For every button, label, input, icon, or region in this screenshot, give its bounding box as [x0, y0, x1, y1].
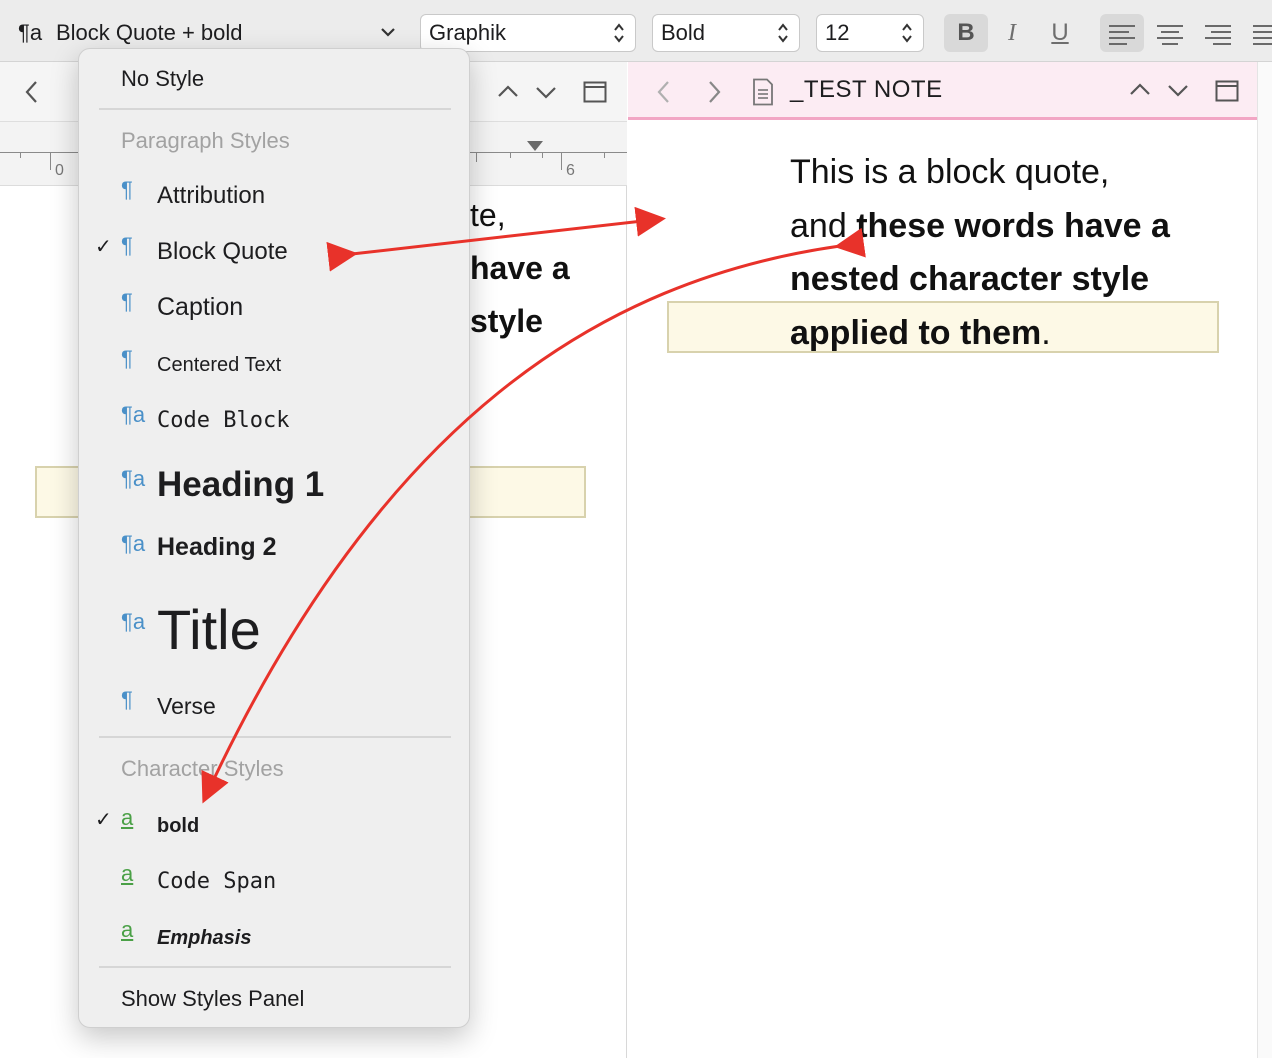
quote-bold-2: nested character style [790, 260, 1150, 298]
menu-item-label: Centered Text [157, 354, 282, 376]
character-style-icon: a [121, 861, 134, 886]
chevron-down-icon[interactable] [1166, 82, 1190, 98]
menu-item-bold[interactable]: ✓ a bold [79, 803, 469, 851]
paragraph-style-value: Block Quote + bold [56, 20, 243, 45]
paragraph-style-popup[interactable]: ¶a Block Quote + bold [12, 14, 404, 52]
bold-button[interactable]: B [944, 14, 988, 52]
quote-plain-2: and [790, 206, 857, 245]
paragraph-style-icon: ¶a [121, 531, 146, 556]
back-chevron-icon[interactable] [656, 80, 672, 104]
underline-button[interactable]: U [1038, 14, 1082, 52]
font-size-popup[interactable]: 12 [816, 14, 924, 52]
menu-item-label: Code Block [157, 408, 290, 433]
menu-item-label: Emphasis [157, 927, 252, 949]
right-editor-header: _TEST NOTE [628, 62, 1257, 120]
menu-item-label: Caption [157, 293, 244, 321]
font-family-popup[interactable]: Graphik [420, 14, 636, 52]
paragraph-style-icon: ¶ [121, 687, 133, 712]
quote-plain-1: This is a block quote, [790, 153, 1110, 191]
menu-item-label: Code Span [157, 869, 277, 894]
up-down-chevron-icon [901, 15, 915, 51]
justify-button[interactable] [1244, 14, 1272, 52]
paragraph-styles-header: Paragraph Styles [121, 128, 290, 153]
font-weight-value: Bold [661, 20, 706, 45]
ruler-label-0: 0 [55, 162, 64, 179]
menu-item-centered-text[interactable]: ¶ Centered Text [79, 343, 469, 389]
left-text-line-2: have a [470, 250, 570, 286]
menu-item-no-style[interactable]: No Style [121, 66, 511, 92]
menu-item-show-styles-panel[interactable]: Show Styles Panel [121, 986, 511, 1012]
menu-item-label: Block Quote [157, 238, 288, 265]
menu-item-title[interactable]: ¶a Title [79, 585, 469, 671]
menu-separator [99, 966, 451, 968]
document-title: _TEST NOTE [790, 76, 943, 103]
character-style-icon: a [121, 917, 134, 942]
back-chevron-icon[interactable] [24, 80, 40, 104]
app-window: ¶a Block Quote + bold Graphik Bold 12 B … [0, 0, 1272, 1058]
paragraph-style-icon: ¶a [121, 609, 146, 634]
up-down-chevron-icon [613, 15, 627, 51]
forward-chevron-icon[interactable] [706, 80, 722, 104]
menu-item-code-block[interactable]: ¶a Code Block [79, 399, 469, 445]
align-center-button[interactable] [1148, 14, 1192, 52]
left-text-line-3: style [470, 303, 543, 339]
menu-item-label: Title [157, 598, 261, 661]
document-icon [753, 78, 773, 106]
menu-separator [99, 736, 451, 738]
up-down-chevron-icon [777, 15, 791, 51]
quote-bold-3: applied to them [790, 313, 1042, 352]
quote-end: . [1041, 313, 1051, 352]
chevron-up-icon[interactable] [1128, 82, 1152, 98]
paragraph-style-icon: ¶ [121, 177, 133, 202]
menu-item-attribution[interactable]: ¶ Attribution [79, 173, 469, 221]
checkmark-icon: ✓ [95, 809, 112, 831]
font-family-value: Graphik [429, 20, 507, 45]
ruler-label-6: 6 [566, 162, 575, 179]
menu-item-label: Heading 2 [157, 533, 277, 561]
menu-item-heading-2[interactable]: ¶a Heading 2 [79, 525, 469, 573]
menu-item-code-span[interactable]: a Code Span [79, 859, 469, 907]
menu-item-label: Verse [157, 693, 216, 719]
menu-item-verse[interactable]: ¶ Verse [79, 683, 469, 731]
style-dropdown-menu: No Style Paragraph Styles ¶ Attribution … [78, 48, 470, 1028]
window-expand-icon[interactable] [583, 81, 607, 103]
font-weight-popup[interactable]: Bold [652, 14, 800, 52]
right-scrollbar[interactable] [1257, 62, 1272, 1058]
menu-item-emphasis[interactable]: a Emphasis [79, 915, 469, 963]
paragraph-style-icon: ¶a [18, 20, 43, 45]
menu-item-label: Heading 1 [157, 465, 325, 504]
character-styles-header: Character Styles [121, 756, 284, 781]
menu-separator [99, 108, 451, 110]
paragraph-style-icon: ¶a [121, 466, 146, 491]
indent-marker-icon[interactable] [525, 139, 545, 153]
align-right-button[interactable] [1196, 14, 1240, 52]
align-left-button[interactable] [1100, 14, 1144, 52]
character-style-icon: a [121, 805, 134, 830]
menu-item-caption[interactable]: ¶ Caption [79, 285, 469, 333]
menu-item-label: bold [157, 815, 200, 837]
font-size-value: 12 [825, 20, 850, 45]
paragraph-style-icon: ¶ [121, 289, 133, 314]
menu-item-label: Attribution [157, 182, 266, 209]
right-editor-pane: _TEST NOTE This is a block quote, and th… [628, 62, 1272, 1058]
left-text-line-1: te, [470, 197, 506, 233]
chevron-down-icon [381, 28, 395, 37]
paragraph-style-icon: ¶a [121, 402, 146, 427]
menu-item-block-quote[interactable]: ✓ ¶ Block Quote [79, 229, 469, 277]
window-expand-icon[interactable] [1215, 80, 1239, 102]
quote-bold-1: these words have a [856, 206, 1170, 245]
italic-button[interactable]: I [990, 14, 1034, 52]
menu-item-heading-1[interactable]: ¶a Heading 1 [79, 457, 469, 515]
paragraph-style-icon: ¶ [121, 233, 133, 258]
chevron-down-icon[interactable] [534, 84, 558, 100]
block-quote-text[interactable]: This is a block quote, and these words h… [790, 146, 1230, 360]
paragraph-style-icon: ¶ [121, 346, 133, 371]
checkmark-icon: ✓ [95, 236, 112, 258]
